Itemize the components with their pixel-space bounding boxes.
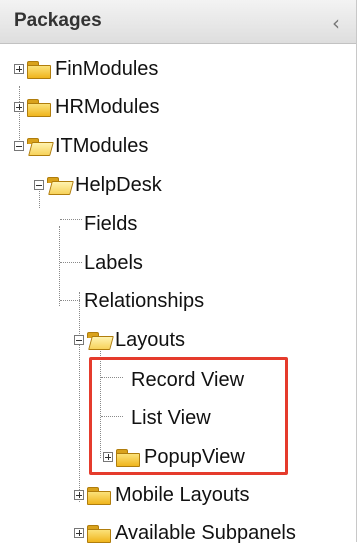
- tree-node-relationships[interactable]: Relationships: [84, 288, 204, 314]
- expand-icon[interactable]: [14, 102, 24, 112]
- collapse-panel-icon[interactable]: ‹: [332, 11, 340, 35]
- folder-icon: [87, 524, 111, 543]
- tree-node-label: HRModules: [55, 95, 160, 118]
- expand-icon[interactable]: [74, 528, 84, 538]
- tree-node-fields[interactable]: Fields: [84, 211, 137, 237]
- tree-node-label: Relationships: [84, 289, 205, 312]
- folder-icon: [27, 98, 51, 117]
- tree-node-label: ITModules: [55, 134, 149, 157]
- tree-node-label: FinModules: [55, 57, 159, 80]
- tree-node-label: HelpDesk: [75, 173, 162, 196]
- tree-node-labels[interactable]: Labels: [84, 250, 143, 276]
- collapse-icon[interactable]: [74, 335, 84, 345]
- expand-icon[interactable]: [74, 490, 84, 500]
- folder-icon: [27, 60, 51, 79]
- tree-node-label: Fields: [84, 212, 138, 235]
- tree-node-label: Available Subpanels: [115, 521, 296, 544]
- highlight-box: [89, 357, 288, 475]
- tree-node-finmodules[interactable]: FinModules: [14, 56, 158, 82]
- tree-node-layouts[interactable]: Layouts: [74, 327, 185, 353]
- tree-node-available-subpanels[interactable]: Available Subpanels: [74, 520, 296, 546]
- folder-open-icon: [27, 137, 54, 156]
- panel-header: Packages ‹: [0, 0, 356, 44]
- expand-icon[interactable]: [14, 64, 24, 74]
- tree-node-mobile-layouts[interactable]: Mobile Layouts: [74, 482, 250, 508]
- tree-node-label: Layouts: [115, 328, 186, 351]
- tree-node-helpdesk[interactable]: HelpDesk: [34, 172, 162, 198]
- tree-node-label: Mobile Layouts: [115, 483, 250, 506]
- folder-open-icon: [87, 331, 114, 350]
- tree-node-hrmodules[interactable]: HRModules: [14, 94, 159, 120]
- folder-open-icon: [47, 176, 74, 195]
- collapse-icon[interactable]: [14, 141, 24, 151]
- tree-node-itmodules[interactable]: ITModules: [14, 133, 148, 159]
- panel-title: Packages: [14, 10, 102, 31]
- collapse-icon[interactable]: [34, 180, 44, 190]
- folder-icon: [87, 486, 111, 505]
- tree-node-label: Labels: [84, 251, 143, 274]
